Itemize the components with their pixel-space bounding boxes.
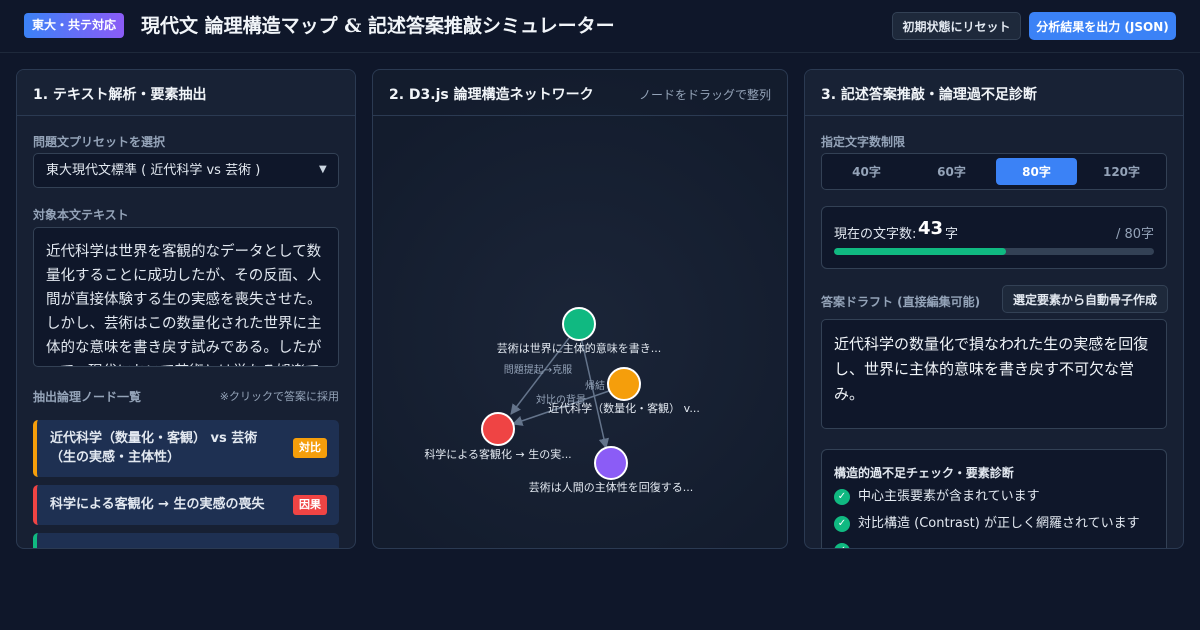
panel-header: 2. D3.js 論理構造ネットワーク ノードをドラッグで整列 [373,70,787,116]
panel-title: 1. テキスト解析・要素抽出 [33,87,207,103]
body-text-field[interactable]: 近代科学は世界を客観的なデータとして数量化することに成功したが、その反面、人間が… [33,227,339,367]
node-list-item-conclusion[interactable] [33,533,339,548]
network-graph[interactable]: 問題提起→克服 帰結 対比の背景 芸術は世界に主体的意味を書き... 近代科学（… [373,116,788,549]
edge-label: 問題提起→克服 [504,364,572,376]
panel-title: 2. D3.js 論理構造ネットワーク [389,87,594,103]
limit-label: 指定文字数制限 [821,135,906,149]
draft-label: 答案ドラフト (直接編集可能) [821,295,981,309]
char-limit-selector: 40字 60字 80字 120字 [821,153,1167,190]
check-text: 対比構造 (Contrast) が正しく網羅されています [858,516,1140,531]
app-title: 現代文 論理構造マップ & 記述答案推敲シミュレーター [141,15,615,37]
limit-60-button[interactable]: 60字 [911,158,992,185]
check-text: 中心主張要素が含まれています [858,489,1040,504]
count-label: 現在の文字数: [834,227,917,242]
drag-hint: ノードをドラッグで整列 [638,88,771,102]
check-icon: ✓ [834,543,850,548]
export-json-button[interactable]: 分析結果を出力 (JSON) [1029,12,1176,40]
limit-80-button[interactable]: 80字 [996,158,1077,185]
node-item-label: 近代科学（数量化・客観） vs 芸術（生の実感・主体性） [50,431,258,465]
exam-badge: 東大・共テ対応 [24,13,125,38]
graph-node[interactable] [607,367,641,401]
answer-draft-field[interactable]: 近代科学の数量化で損なわれた生の実感を回復し、世界に主体的意味を書き戻す不可欠な… [821,319,1167,429]
text-label: 対象本文テキスト [33,208,129,222]
graph-node[interactable] [594,446,628,480]
graph-node[interactable] [562,307,596,341]
check-icon: ✓ [834,516,850,532]
answer-review-panel: 3. 記述答案推敲・論理過不足診断 指定文字数制限 40字 60字 80字 12… [804,69,1184,549]
edge-label: 帰結 [585,379,605,392]
diagnosis-title: 構造的過不足チェック・要素診断 [834,466,1014,480]
preset-select[interactable]: 東大現代文標準 ( 近代科学 vs 芸術 ) [33,153,339,188]
char-count-box: 現在の文字数: 43 字 / 80字 [821,206,1167,269]
count-max: / 80字 [1115,227,1154,242]
app-header: 東大・共テ対応 現代文 論理構造マップ & 記述答案推敲シミュレーター 初期状態… [0,0,1200,53]
nodes-hint: ※クリックで答案に採用 [219,390,339,403]
logic-network-panel: 2. D3.js 論理構造ネットワーク ノードをドラッグで整列 問題提起→克服 … [372,69,788,549]
preset-label: 問題文プリセットを選択 [33,135,166,149]
diagnosis-box: 構造的過不足チェック・要素診断 ✓ 中心主張要素が含まれています ✓ 対比構造 … [821,449,1167,548]
panel-title: 3. 記述答案推敲・論理過不足診断 [821,87,1037,103]
char-progress-fill [834,248,1006,255]
reset-button[interactable]: 初期状態にリセット [892,12,1021,40]
node-tag-badge: 対比 [293,438,327,458]
limit-120-button[interactable]: 120字 [1081,158,1162,185]
graph-node-label: 科学による客観化 → 生の実... [424,447,571,461]
graph-node-label: 芸術は人間の主体性を回復する... [529,480,694,494]
check-icon: ✓ [834,489,850,505]
panel-header: 1. テキスト解析・要素抽出 [17,70,355,116]
node-tag-badge: 因果 [293,495,327,515]
node-item-label: 科学による客観化 → 生の実感の喪失 [50,497,265,512]
nodes-label: 抽出論理ノード一覧 [33,390,142,404]
node-list-item-contrast[interactable]: 近代科学（数量化・客観） vs 芸術（生の実感・主体性） 対比 [33,420,339,477]
count-unit: 字 [945,227,959,242]
graph-node[interactable] [481,412,515,446]
node-list-item-cause[interactable]: 科学による客観化 → 生の実感の喪失 因果 [33,485,339,525]
limit-40-button[interactable]: 40字 [826,158,907,185]
count-value: 43 [918,218,944,239]
char-progress-bar [834,248,1154,255]
text-analysis-panel: 1. テキスト解析・要素抽出 問題文プリセットを選択 東大現代文標準 ( 近代科… [16,69,356,549]
auto-draft-button[interactable]: 選定要素から自動骨子作成 [1002,285,1168,313]
panel-header: 3. 記述答案推敲・論理過不足診断 [805,70,1183,116]
chevron-down-icon: ▼ [319,164,327,175]
graph-node-label: 芸術は世界に主体的意味を書き... [497,341,662,355]
graph-node-label: 近代科学（数量化・客観） v... [548,401,700,415]
